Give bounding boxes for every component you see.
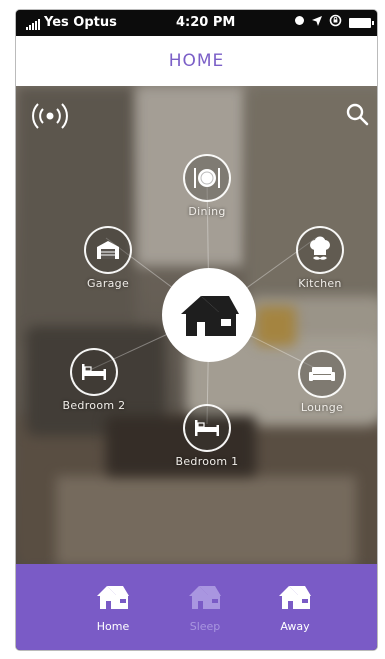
home-center-button[interactable] bbox=[162, 268, 256, 362]
alarm-icon bbox=[294, 15, 305, 30]
tab-away-label: Away bbox=[280, 620, 310, 633]
room-kitchen-label: Kitchen bbox=[298, 277, 342, 290]
status-time: 4:20 PM bbox=[176, 15, 236, 30]
phone-screen: Yes Optus 4:20 PM HOME Dining Garage Kit… bbox=[16, 10, 377, 650]
room-lounge[interactable]: Lounge bbox=[272, 350, 372, 414]
room-bedroom-1-label: Bedroom 1 bbox=[175, 455, 239, 468]
house-icon bbox=[181, 296, 239, 336]
tab-away[interactable]: Away bbox=[260, 582, 330, 633]
room-lounge-circle[interactable] bbox=[298, 350, 346, 398]
room-kitchen[interactable]: Kitchen bbox=[270, 226, 370, 290]
tab-home-label: Home bbox=[96, 620, 130, 633]
system-icons bbox=[294, 14, 374, 31]
room-bedroom-1-circle[interactable] bbox=[183, 404, 231, 452]
broadcast-button[interactable] bbox=[30, 96, 70, 136]
room-bedroom-2[interactable]: Bedroom 2 bbox=[44, 348, 144, 412]
search-icon bbox=[346, 103, 369, 126]
tab-home[interactable]: Home bbox=[78, 582, 148, 633]
tab-sleep-label: Sleep bbox=[189, 620, 221, 633]
room-scene: Dining Garage Kitchen Bedroom 2 Lounge B… bbox=[16, 86, 377, 564]
app-header: HOME bbox=[16, 36, 377, 86]
tab-sleep[interactable]: Sleep bbox=[170, 582, 240, 633]
house-icon bbox=[97, 586, 129, 609]
carrier-name: Yes Optus bbox=[44, 15, 117, 30]
rotation-lock-icon bbox=[329, 14, 342, 31]
dining-plate-icon bbox=[194, 168, 220, 188]
room-garage-label: Garage bbox=[86, 277, 130, 290]
room-dining[interactable]: Dining bbox=[157, 154, 257, 218]
page-title: HOME bbox=[168, 51, 225, 71]
room-bedroom-2-circle[interactable] bbox=[70, 348, 118, 396]
bottom-tab-bar: Home Sleep Away bbox=[16, 564, 377, 650]
sofa-icon bbox=[309, 367, 335, 381]
room-kitchen-circle[interactable] bbox=[296, 226, 344, 274]
battery-icon bbox=[349, 17, 374, 28]
room-bedroom-2-label: Bedroom 2 bbox=[62, 399, 126, 412]
garage-icon bbox=[97, 241, 119, 259]
signal-strength-icon bbox=[26, 19, 40, 30]
carrier-info: Yes Optus bbox=[26, 15, 117, 30]
house-icon bbox=[189, 586, 221, 609]
house-icon bbox=[279, 586, 311, 609]
room-garage[interactable]: Garage bbox=[58, 226, 158, 290]
room-bedroom-1[interactable]: Bedroom 1 bbox=[157, 404, 257, 468]
location-icon bbox=[312, 15, 322, 30]
broadcast-icon bbox=[32, 103, 68, 129]
search-button[interactable] bbox=[339, 96, 375, 132]
status-bar: Yes Optus 4:20 PM bbox=[16, 10, 377, 36]
room-dining-circle[interactable] bbox=[183, 154, 231, 202]
bed-icon bbox=[195, 420, 219, 436]
room-dining-label: Dining bbox=[188, 205, 226, 218]
room-lounge-label: Lounge bbox=[300, 401, 344, 414]
bed-icon bbox=[82, 364, 106, 380]
chef-hat-icon bbox=[310, 236, 330, 260]
room-garage-circle[interactable] bbox=[84, 226, 132, 274]
